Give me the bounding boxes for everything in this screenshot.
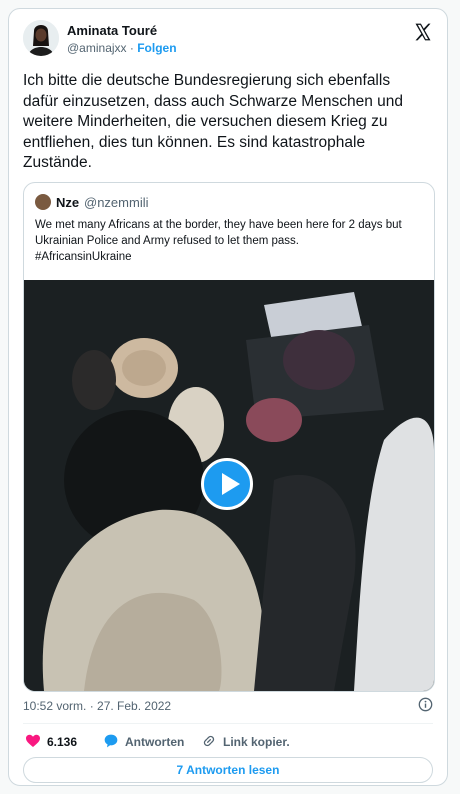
read-replies-button[interactable]: 7 Antworten lesen <box>23 757 433 783</box>
reply-bubble-icon <box>104 734 118 748</box>
tweet-text: Ich bitte die deutsche Bundesregierung s… <box>23 72 403 171</box>
author-handle-line: @aminajxx · Folgen <box>67 41 177 55</box>
like-count: 6.136 <box>47 735 78 749</box>
info-icon[interactable] <box>418 697 433 712</box>
author-avatar[interactable] <box>23 20 59 56</box>
divider <box>23 723 433 724</box>
quoted-author-handle: @nzemmili <box>84 195 149 210</box>
tweet-timestamp[interactable]: 10:52 vorm. · 27. Feb. 2022 <box>23 699 171 713</box>
link-icon <box>203 735 215 747</box>
tweet-header: Aminata Touré @aminajxx · Folgen <box>23 20 433 60</box>
author-name[interactable]: Aminata Touré <box>67 23 157 38</box>
follow-button[interactable]: Folgen <box>137 41 176 55</box>
quoted-avatar <box>35 194 51 210</box>
copy-link-button[interactable]: Link kopier. <box>201 732 301 752</box>
play-button[interactable] <box>201 458 253 510</box>
quoted-tweet[interactable]: Nze @nzemmili We met many Africans at th… <box>23 182 435 692</box>
quoted-text: We met many Africans at the border, they… <box>35 219 402 263</box>
quoted-author-name: Nze <box>56 195 80 210</box>
tweet-card: Aminata Touré @aminajxx · Folgen Ich bit… <box>8 8 448 786</box>
video-player[interactable] <box>24 280 434 691</box>
play-icon <box>222 473 240 495</box>
like-button[interactable]: 6.136 <box>25 732 91 752</box>
author-handle[interactable]: @aminajxx <box>67 41 127 55</box>
heart-icon <box>26 734 40 747</box>
reply-button[interactable]: Antworten <box>103 732 193 752</box>
x-logo-icon[interactable] <box>413 22 433 42</box>
copy-link-label: Link kopier. <box>223 735 290 749</box>
reply-label: Antworten <box>125 735 185 749</box>
